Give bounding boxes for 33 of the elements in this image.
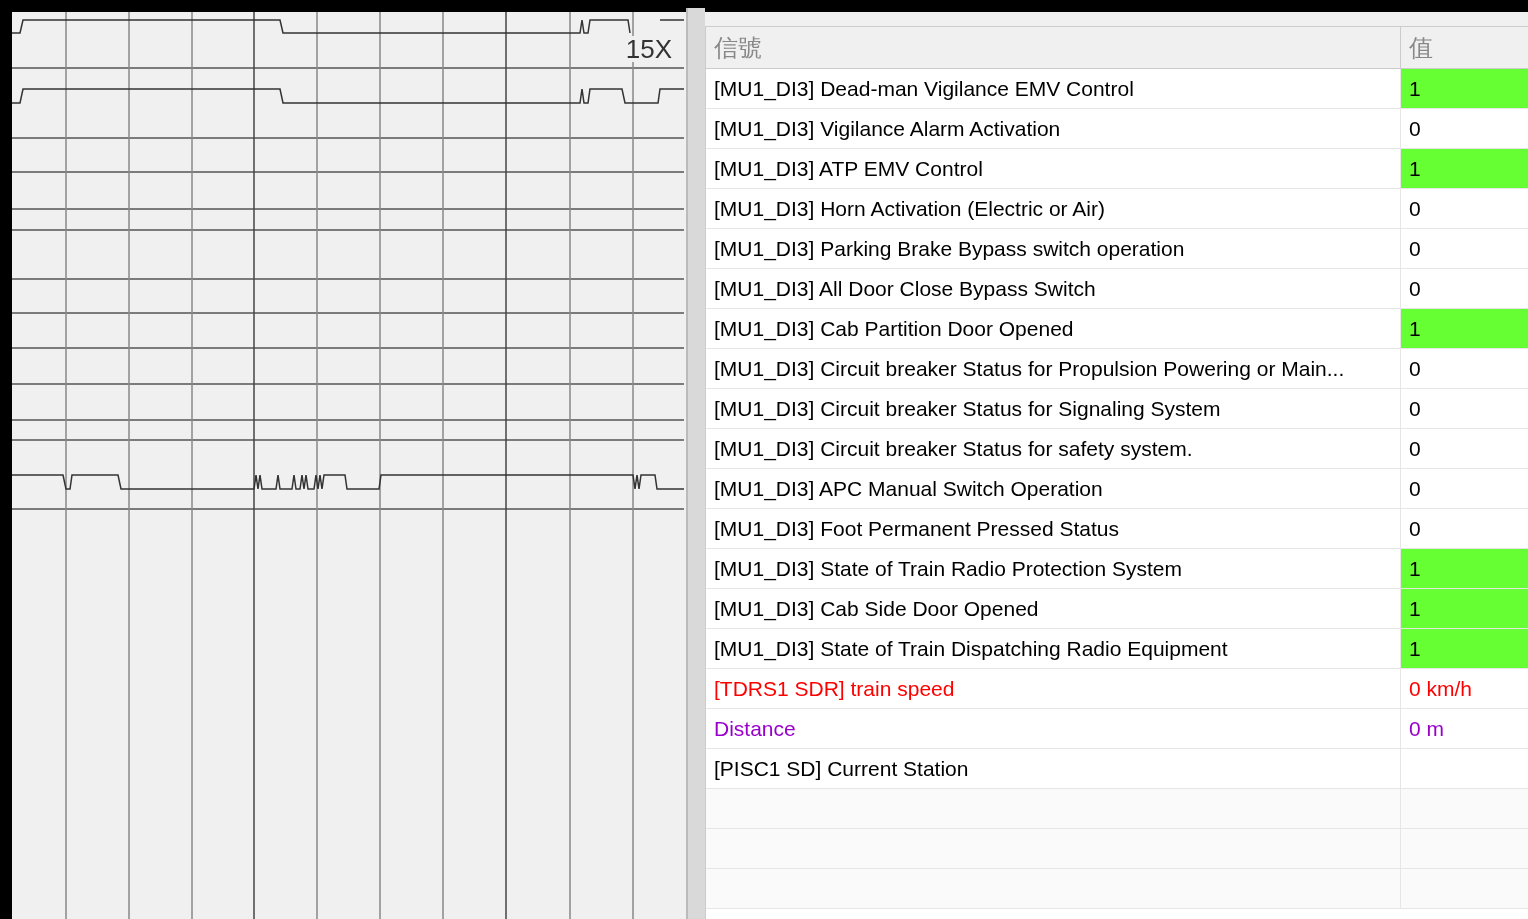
value-cell-text: 0 [1408,515,1422,542]
column-header[interactable]: 值 [1401,27,1528,68]
value-cell: 1 [1401,549,1528,588]
signal-cell: [MU1_DI3] Circuit breaker Status for safety system. [706,429,1401,468]
value-cell-text: 0 [1408,115,1422,142]
value-cell-text: 0 [1408,355,1422,382]
panel-splitter[interactable] [686,8,705,919]
signal-cell: [MU1_DI3] Horn Activation (Electric or Air) [706,189,1401,228]
signal-cell: [MU1_DI3] Foot Permanent Pressed Status [706,509,1401,548]
signal-cell: [MU1_DI3] Parking Brake Bypass switch operation [706,229,1401,268]
signal-cell: [TDRS1 SDR] train speed [706,669,1401,708]
signal-cell: Distance [706,709,1401,748]
zoom-label: 15X [625,36,672,62]
value-cell: 1 [1401,309,1528,348]
value-cell-text: 0 [1408,235,1422,262]
value-cell-text: 0 km/h [1408,675,1474,702]
value-cell: 1 [1401,629,1528,668]
signal-cell: [PISC1 SD] Current Station [706,749,1401,788]
value-cell: 1 [1401,149,1528,188]
value-cell: 1 [1401,69,1528,108]
signal-cell: [MU1_DI3] Circuit breaker Status for Signaling System [706,389,1401,428]
value-cell-text: 0 [1408,395,1422,422]
column-header[interactable]: 信號 [706,27,1401,68]
signal-cell: [MU1_DI3] Vigilance Alarm Activation [706,109,1401,148]
value-cell-text: 0 [1408,475,1422,502]
value-cell-text: 0 [1408,435,1422,462]
signal-cell: [MU1_DI3] All Door Close Bypass Switch [706,269,1401,308]
value-cell-text: 0 m [1408,715,1445,742]
value-cell: 1 [1401,589,1528,628]
signal-cell: [MU1_DI3] Circuit breaker Status for Propulsion Powering or Main... [706,349,1401,388]
value-cell-text: 0 [1408,275,1422,302]
value-cell-text: 0 [1408,195,1422,222]
signal-cell: [MU1_DI3] APC Manual Switch Operation [706,469,1401,508]
